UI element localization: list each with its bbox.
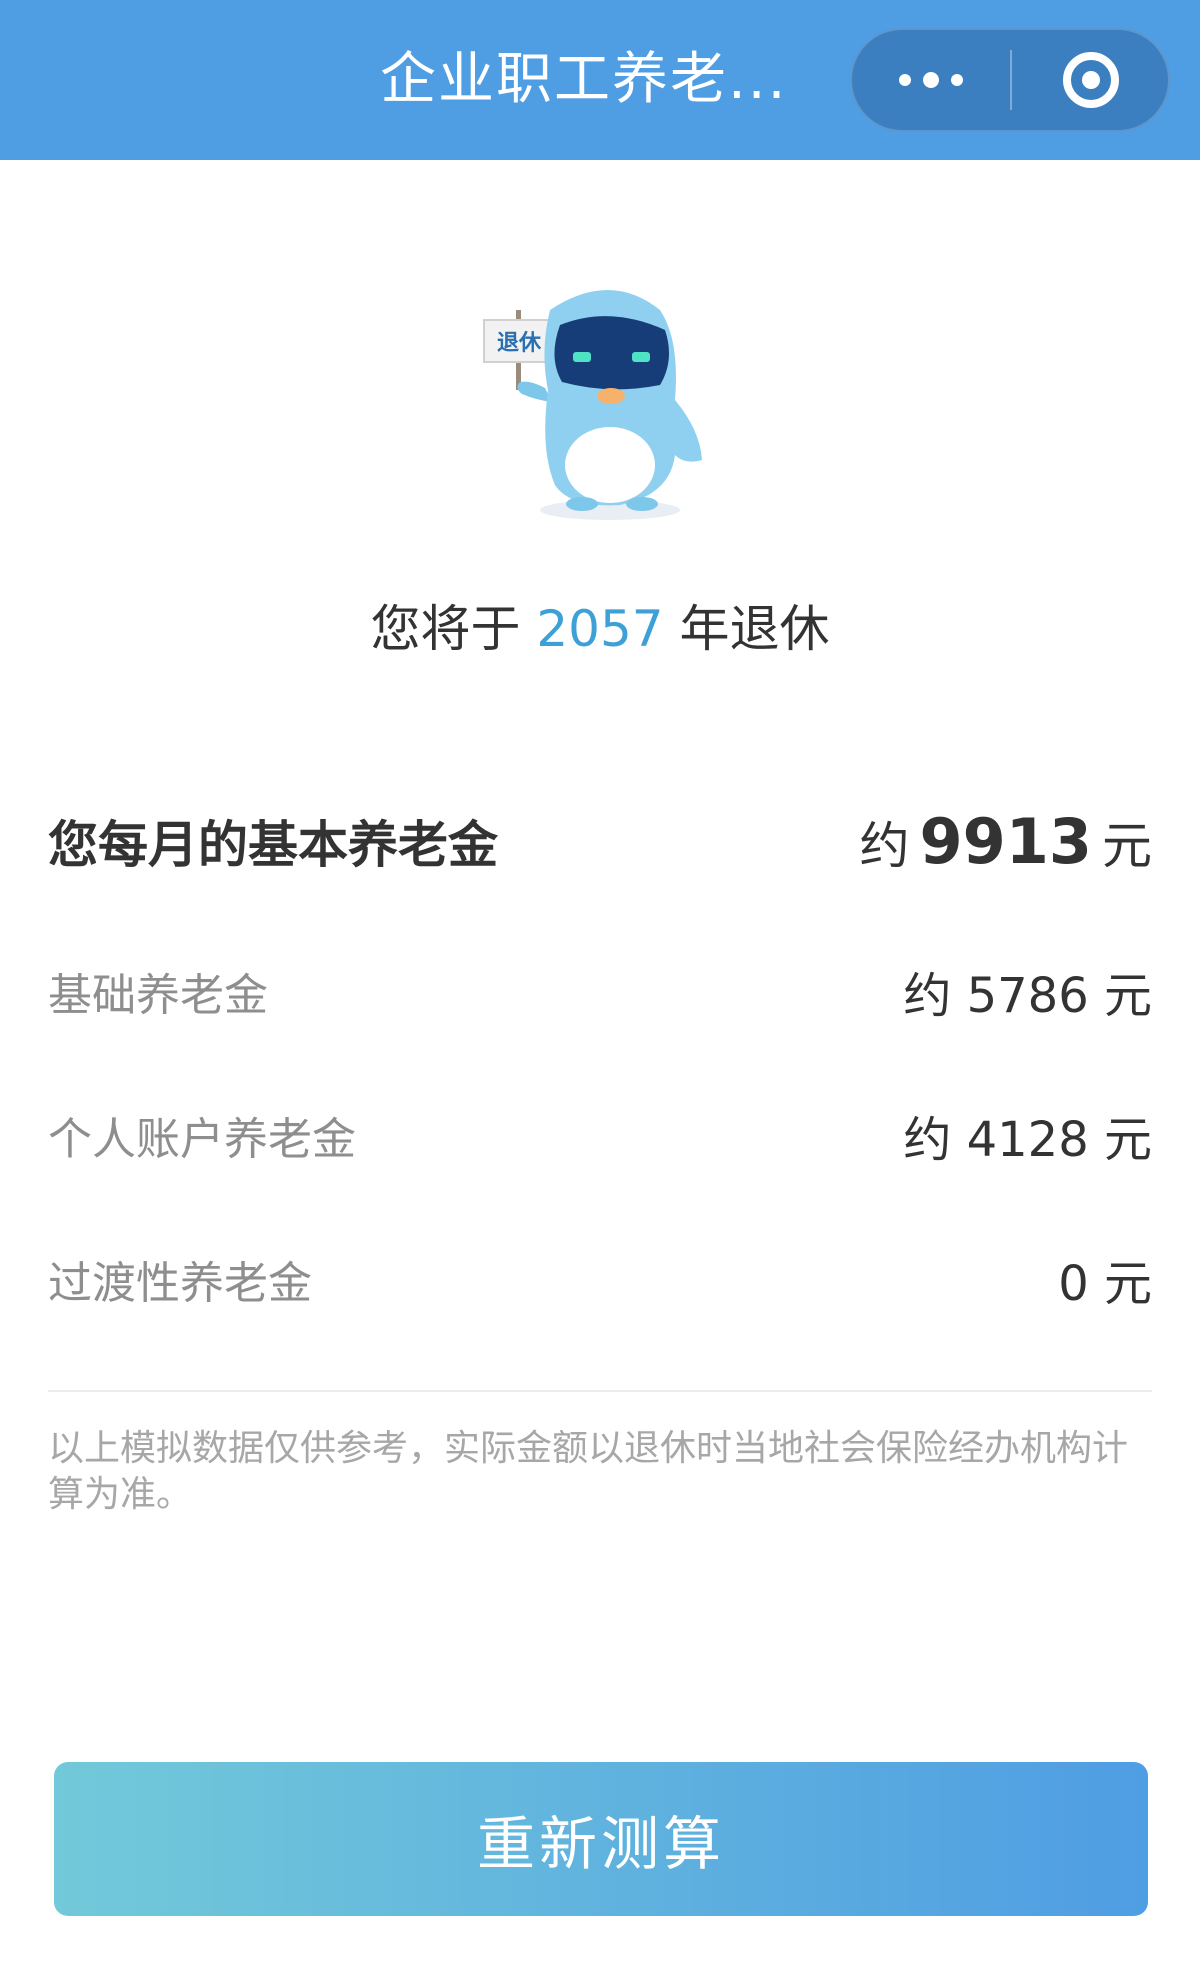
disclaimer-note: 以上模拟数据仅供参考，实际金额以退休时当地社会保险经办机构计算为准。 <box>48 1428 1129 1515</box>
divider <box>48 1390 1152 1392</box>
personal-account-pension-value: 约 4128 元 <box>903 1112 1152 1168</box>
more-button[interactable] <box>852 30 1010 130</box>
list-item: 过渡性养老金 0 元 <box>48 1244 1152 1314</box>
sign-text: 退休 <box>497 331 542 356</box>
transitional-pension-value: 0 元 <box>1058 1256 1152 1312</box>
mascot-illustration: 退休 <box>483 290 702 520</box>
mini-program-capsule <box>850 28 1170 132</box>
close-button[interactable] <box>1012 30 1170 130</box>
retire-suffix: 年退休 <box>679 600 830 658</box>
transitional-pension-label: 过渡性养老金 <box>48 1258 312 1309</box>
list-item: 基础养老金 约 5786 元 <box>48 956 1152 1026</box>
header-bar: 企业职工养老... <box>0 0 1200 160</box>
monthly-pension-prefix: 约 <box>859 816 910 875</box>
monthly-pension-unit: 元 <box>1102 816 1152 875</box>
retire-year: 2057 <box>536 600 664 658</box>
basic-pension-value: 约 5786 元 <box>903 968 1152 1024</box>
personal-account-pension-label: 个人账户养老金 <box>48 1114 356 1165</box>
list-item: 个人账户养老金 约 4128 元 <box>48 1100 1152 1170</box>
target-circle-icon <box>1063 52 1119 108</box>
recalculate-button[interactable]: 重新测算 <box>54 1762 1148 1916</box>
monthly-pension-label: 您每月的基本养老金 <box>48 816 498 874</box>
page: 企业职工养老... 退休 您将于 2057 年退休 您每月的基本养老金 约 99… <box>0 0 1200 1964</box>
monthly-pension-row: 您每月的基本养老金 约 9913 元 <box>48 805 1152 878</box>
basic-pension-label: 基础养老金 <box>48 970 268 1021</box>
retire-prefix: 您将于 <box>370 600 521 658</box>
monthly-pension-amount: 9913 <box>919 804 1092 878</box>
more-dots-icon <box>893 72 969 88</box>
page-title: 企业职工养老... <box>380 47 788 112</box>
monthly-pension-value: 约 9913 元 <box>859 805 1152 878</box>
retire-year-line: 您将于 2057 年退休 <box>0 594 1200 664</box>
